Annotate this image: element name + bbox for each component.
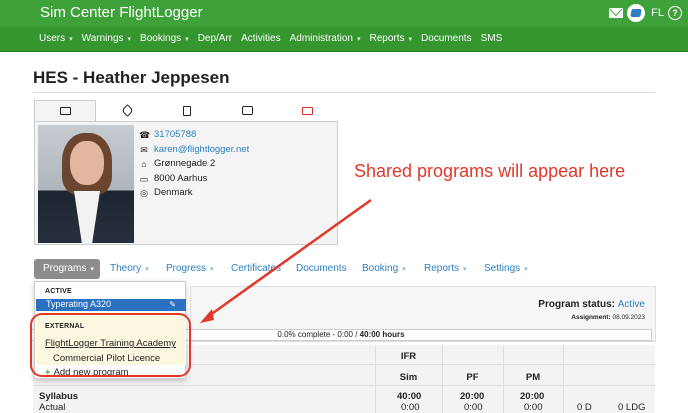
row-syllabus-label: Syllabus [39, 391, 79, 402]
chat-icon [241, 106, 253, 115]
globe-icon: ◎ [140, 188, 148, 198]
add-program-button[interactable]: + Add new program [45, 367, 129, 378]
actual-pf: 0:00 [464, 402, 483, 413]
tag-icon [120, 104, 134, 117]
nav-warnings[interactable]: Warnings ▾ [82, 33, 131, 44]
subnav-settings[interactable]: Settings ▾ [484, 263, 528, 274]
email-link[interactable]: karen@flightlogger.net [154, 143, 249, 158]
user-initials[interactable]: FL [651, 7, 664, 19]
subnav-booking[interactable]: Booking ▾ [362, 263, 406, 274]
help-icon[interactable]: ? [668, 6, 682, 20]
col-sim: Sim [399, 372, 418, 383]
app-title[interactable]: Sim Center FlightLogger [40, 4, 203, 21]
program-item-typerating[interactable]: Typerating A320 ✎ [36, 299, 186, 311]
nav-documents[interactable]: Documents [421, 33, 472, 44]
dropdown-active-header: ACTIVE [45, 288, 72, 295]
annotation-text: Shared programs will appear here [354, 161, 626, 181]
external-academy-link[interactable]: FlightLogger Training Academy [45, 338, 176, 349]
nav-administration[interactable]: Administration ▾ [290, 33, 361, 44]
col-pf: PF [466, 372, 479, 383]
page-title: HES - Heather Jeppesen [33, 68, 230, 87]
nav-reports[interactable]: Reports ▾ [369, 33, 412, 44]
plus-icon: + [45, 367, 51, 378]
subnav-documents[interactable]: Documents [296, 263, 347, 274]
nav-users[interactable]: Users ▾ [39, 33, 73, 44]
clipboard-icon [183, 105, 191, 116]
actual-pm: 0:00 [524, 402, 543, 413]
phone-icon: ☎ [139, 130, 151, 140]
id-card-icon [59, 107, 71, 115]
tab-clipboard[interactable] [156, 100, 218, 121]
mail-icon: ✉ [140, 144, 148, 155]
col-pm: PM [525, 372, 541, 383]
tab-profile[interactable] [34, 100, 96, 121]
ifr-header: IFR [400, 351, 417, 362]
actual-sim: 0:00 [401, 402, 420, 413]
phone-link[interactable]: 31705788 [154, 128, 196, 143]
home-icon: ⌂ [141, 159, 147, 169]
subnav-progress[interactable]: Progress ▾ [166, 263, 214, 274]
nav-activities[interactable]: Activities [241, 33, 280, 44]
program-status: Program status: Active [538, 299, 645, 310]
actual-days: 0 D [577, 402, 592, 413]
profile-tabs [34, 100, 338, 121]
id-card-red-icon [301, 106, 313, 115]
programs-dropdown: ACTIVE Typerating A320 ✎ EXTERNAL FlightL… [34, 281, 186, 379]
contact-info: ☎ 31705788 ✉ karen@flightlogger.net ⌂ Grønn… [139, 128, 249, 201]
tab-tags[interactable] [96, 100, 158, 121]
actual-landings: 0 LDG [618, 402, 646, 413]
tab-chat[interactable] [216, 100, 278, 121]
subnav-reports[interactable]: Reports ▾ [424, 263, 467, 274]
main-nav: Users ▾ Warnings ▾ Bookings ▾ Dep/Arr Activ… [0, 27, 688, 52]
country: Denmark [154, 187, 193, 198]
street: Grønnegade 2 [154, 158, 216, 169]
city: 8000 Aarhus [154, 172, 208, 184]
nav-bookings[interactable]: Bookings ▾ [140, 33, 189, 44]
user-avatar-icon[interactable] [627, 4, 646, 22]
syllabus-pf: 20:00 [460, 391, 485, 402]
top-bar: Sim Center FlightLogger FL ? [0, 0, 688, 27]
dropdown-external-header: EXTERNAL [45, 323, 85, 330]
edit-icon[interactable]: ✎ [169, 299, 176, 310]
nav-sms[interactable]: SMS [481, 33, 503, 44]
profile-photo [38, 125, 134, 243]
subnav-programs[interactable]: Programs ▾ [34, 259, 100, 279]
syllabus-pm: 20:00 [520, 391, 545, 402]
syllabus-sim: 40:00 [397, 391, 422, 402]
nav-dep-arr[interactable]: Dep/Arr [198, 33, 232, 44]
profile-panel: ☎ 31705788 ✉ karen@flightlogger.net ⌂ Grønn… [34, 121, 338, 245]
tab-id-red[interactable] [276, 100, 338, 121]
mail-icon[interactable] [609, 8, 624, 18]
external-program-item[interactable]: Commercial Pilot Licence [53, 353, 160, 364]
divider [33, 92, 655, 93]
mailbox-icon: ▭ [139, 173, 149, 184]
subnav-certificates[interactable]: Certificates [231, 263, 281, 274]
row-actual-label: Actual [39, 402, 66, 413]
top-icons: FL ? [609, 4, 682, 22]
subnav-theory[interactable]: Theory ▾ [110, 263, 149, 274]
assignment-date: Assignment: 08.09.2023 [571, 314, 645, 321]
person-subnav: Programs ▾ Theory ▾ Progress ▾ Certificates… [34, 259, 656, 279]
